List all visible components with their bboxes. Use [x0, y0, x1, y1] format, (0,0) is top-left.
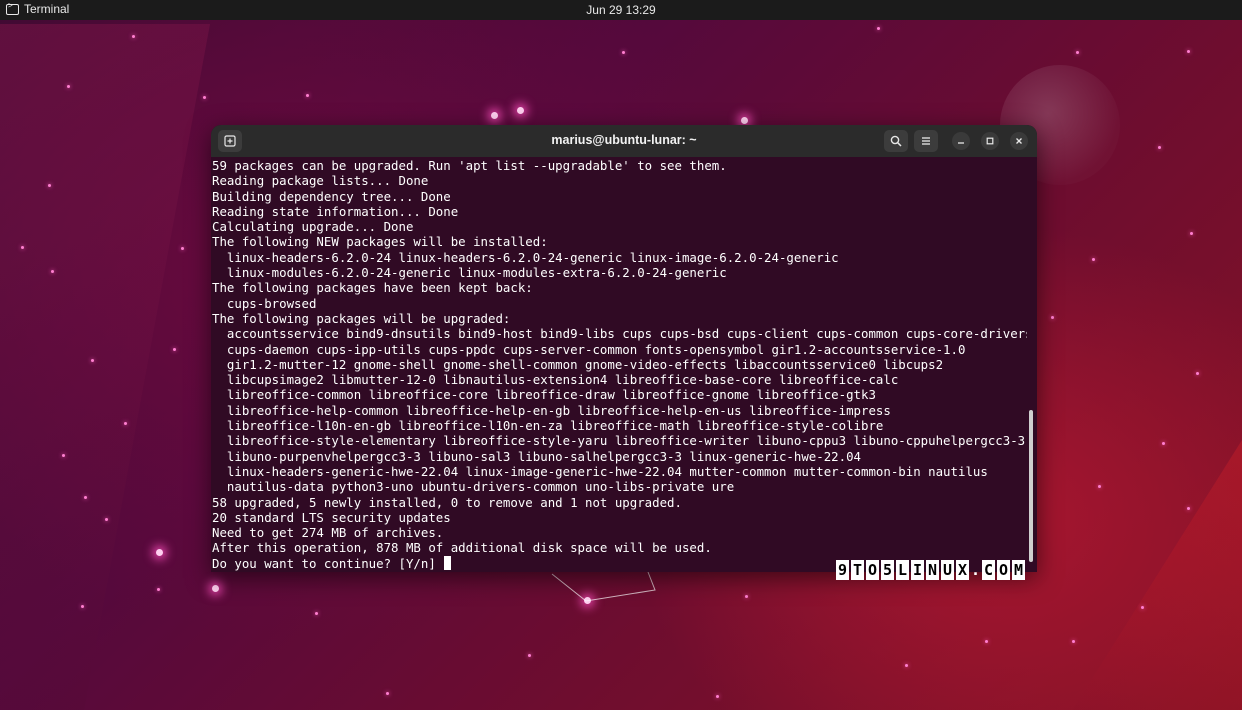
- terminal-line: libreoffice-common libreoffice-core libr…: [212, 387, 876, 403]
- wallpaper-star: [156, 549, 163, 556]
- watermark-letter: U: [941, 560, 954, 580]
- watermark-letter: N: [926, 560, 939, 580]
- terminal-line: linux-headers-generic-hwe-22.04 linux-im…: [212, 463, 988, 479]
- terminal-line: cups-daemon cups-ipp-utils cups-ppdc cup…: [212, 341, 966, 357]
- wallpaper-star: [517, 107, 524, 114]
- terminal-line: Need to get 274 MB of archives.: [212, 525, 444, 541]
- maximize-button[interactable]: [981, 132, 999, 150]
- watermark-letter: 5: [881, 560, 894, 580]
- terminal-line: libcupsimage2 libmutter-12-0 libnautilus…: [212, 372, 899, 388]
- watermark-letter: M: [1012, 560, 1025, 580]
- watermark-letter: T: [851, 560, 864, 580]
- watermark-letter: O: [866, 560, 879, 580]
- text-cursor: [444, 555, 452, 570]
- terminal-line: libreoffice-l10n-en-gb libreoffice-l10n-…: [212, 418, 884, 434]
- watermark-letter: O: [997, 560, 1010, 580]
- window-titlebar[interactable]: marius@ubuntu-lunar: ~: [211, 125, 1037, 157]
- terminal-line: Calculating upgrade... Done: [212, 219, 414, 235]
- wallpaper-star: [212, 585, 219, 592]
- wallpaper-star: [491, 112, 498, 119]
- clock[interactable]: Jun 29 13:29: [0, 3, 1242, 17]
- watermark-letter: .: [971, 561, 981, 579]
- terminal-line: The following packages will be upgraded:: [212, 310, 511, 326]
- terminal-output[interactable]: 59 packages can be upgraded. Run 'apt li…: [211, 158, 1027, 572]
- watermark-letter: L: [896, 560, 909, 580]
- search-icon: [890, 135, 902, 147]
- watermark-letter: 9: [836, 560, 849, 580]
- watermark-letter: C: [982, 560, 995, 580]
- terminal-line: libreoffice-style-elementary libreoffice…: [212, 433, 1026, 449]
- minimize-button[interactable]: [952, 132, 970, 150]
- top-panel: Terminal Jun 29 13:29: [0, 0, 1242, 20]
- terminal-line: libreoffice-help-common libreoffice-help…: [212, 402, 891, 418]
- terminal-line: Reading package lists... Done: [212, 173, 429, 189]
- terminal-line: The following NEW packages will be insta…: [212, 234, 548, 250]
- terminal-scrollbar[interactable]: [1029, 410, 1033, 562]
- terminal-line: gir1.2-mutter-12 gnome-shell gnome-shell…: [212, 356, 944, 372]
- terminal-line: libuno-purpenvhelpergcc3-3 libuno-sal3 l…: [212, 448, 862, 464]
- watermark-logo: 9TO5LINUX.COM: [836, 560, 1027, 580]
- terminal-line: Reading state information... Done: [212, 203, 459, 219]
- terminal-line: linux-headers-6.2.0-24 linux-headers-6.2…: [212, 249, 839, 265]
- terminal-line: 59 packages can be upgraded. Run 'apt li…: [212, 158, 727, 173]
- minimize-icon: [958, 142, 964, 144]
- wallpaper-shape: [0, 24, 210, 710]
- terminal-line: accountsservice bind9-dnsutils bind9-hos…: [212, 326, 1027, 342]
- wallpaper-star: [741, 117, 748, 124]
- terminal-line: The following packages have been kept ba…: [212, 280, 533, 296]
- terminal-line: After this operation, 878 MB of addition…: [212, 540, 712, 556]
- watermark-letter: X: [956, 560, 969, 580]
- terminal-line: nautilus-data python3-uno ubuntu-drivers…: [212, 479, 735, 495]
- close-button[interactable]: [1010, 132, 1028, 150]
- terminal-window: marius@ubuntu-lunar: ~ 59 packages can b…: [211, 125, 1037, 572]
- close-icon: [1016, 138, 1022, 144]
- terminal-line: 58 upgraded, 5 newly installed, 0 to rem…: [212, 494, 682, 510]
- search-button[interactable]: [884, 130, 908, 152]
- menu-button[interactable]: [914, 130, 938, 152]
- hamburger-menu-icon: [922, 137, 930, 145]
- watermark-letter: I: [911, 560, 924, 580]
- terminal-prompt: Do you want to continue? [Y/n]: [212, 555, 444, 571]
- wallpaper-shape: [1072, 440, 1242, 710]
- terminal-line: linux-modules-6.2.0-24-generic linux-mod…: [212, 265, 727, 281]
- terminal-line: cups-browsed: [212, 295, 317, 311]
- terminal-line: Building dependency tree... Done: [212, 188, 451, 204]
- terminal-line: 20 standard LTS security updates: [212, 509, 451, 525]
- maximize-icon: [986, 137, 994, 145]
